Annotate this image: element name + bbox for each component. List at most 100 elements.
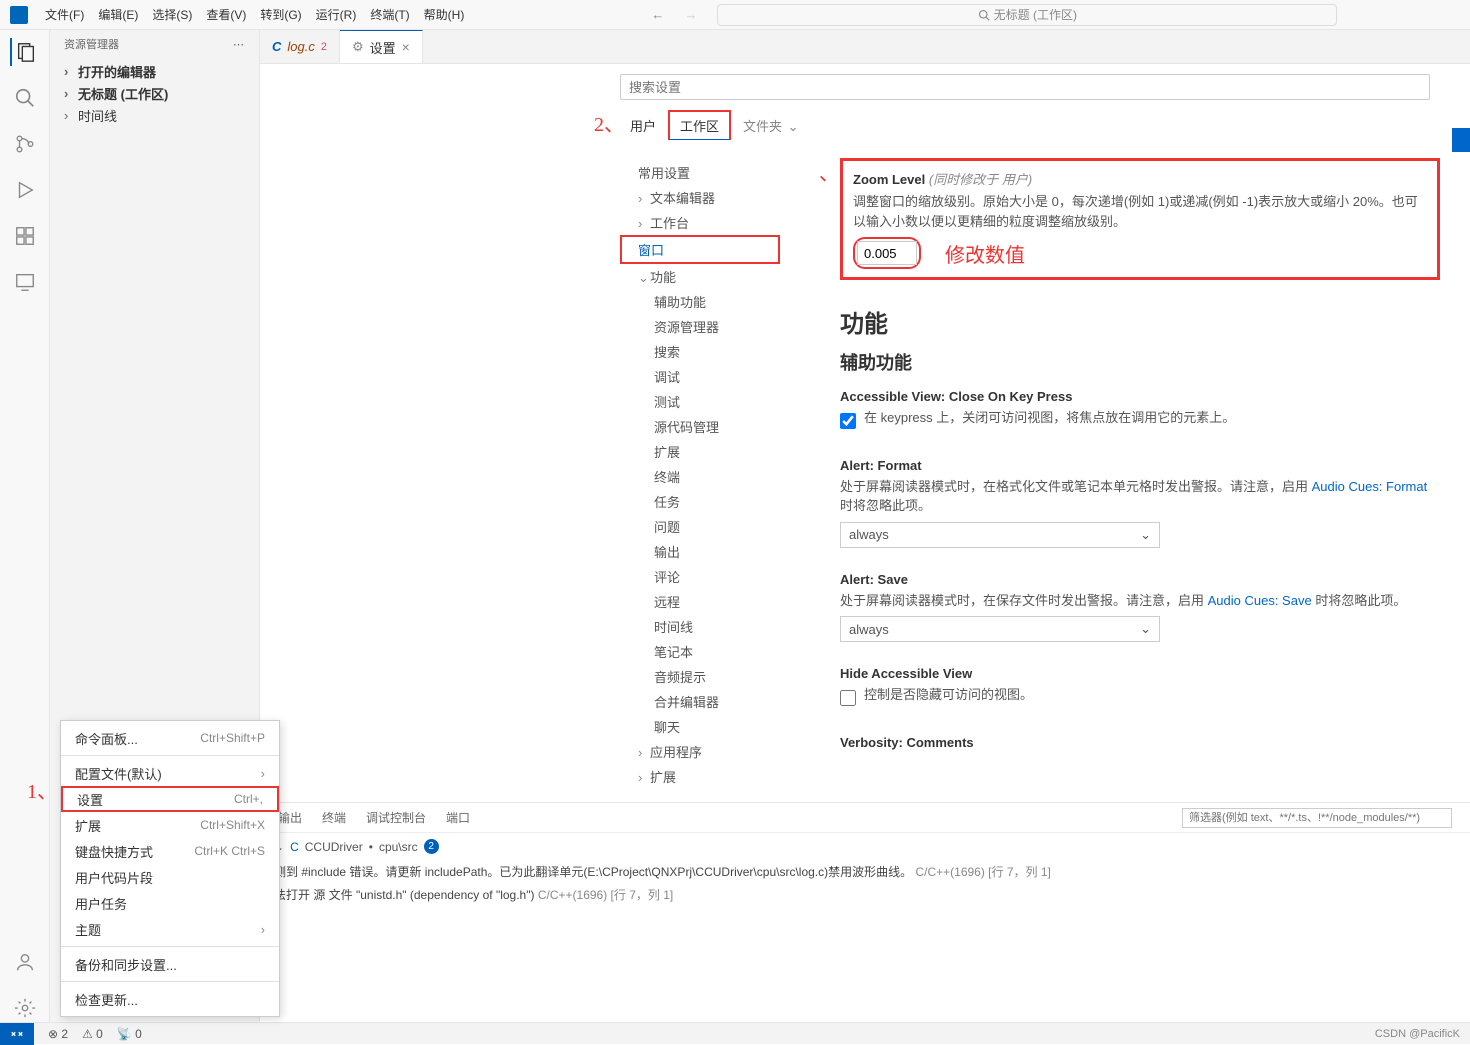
menu-edit[interactable]: 编辑(E) bbox=[91, 6, 145, 23]
problems-breadcrumb[interactable]: ⌄ C CCUDriver • cpu\src 2 bbox=[274, 839, 1456, 854]
editor-tabs: C log.c 2 ⚙ 设置 × bbox=[260, 30, 1470, 64]
nav-forward-icon[interactable]: → bbox=[684, 7, 697, 22]
menu-settings[interactable]: 设置Ctrl+, bbox=[61, 786, 279, 812]
command-center[interactable]: 无标题 (工作区) bbox=[717, 4, 1337, 26]
command-center-label: 无标题 (工作区) bbox=[994, 6, 1077, 23]
toc-output[interactable]: 输出 bbox=[620, 539, 820, 564]
tree-workspace[interactable]: ›无标题 (工作区) bbox=[50, 82, 259, 104]
menu-keyboard-shortcuts[interactable]: 键盘快捷方式Ctrl+K Ctrl+S bbox=[61, 838, 279, 864]
panel-filter-input[interactable] bbox=[1182, 808, 1452, 828]
toc-notebook[interactable]: 笔记本 bbox=[620, 639, 820, 664]
toc-chat[interactable]: 聊天 bbox=[620, 714, 820, 739]
toc-test[interactable]: 测试 bbox=[620, 389, 820, 414]
status-errors[interactable]: ⊗ 2 bbox=[48, 1027, 68, 1041]
remote-explorer-icon[interactable] bbox=[11, 268, 39, 296]
menu-help[interactable]: 帮助(H) bbox=[417, 6, 472, 23]
toc-workbench[interactable]: ›工作台 bbox=[620, 210, 820, 235]
toc-window[interactable]: 窗口 bbox=[620, 235, 780, 264]
tree-timeline[interactable]: ›时间线 bbox=[50, 104, 259, 126]
scope-folder[interactable]: 文件夹 ⌄ bbox=[733, 112, 809, 139]
audio-cues-save-link[interactable]: Audio Cues: Save bbox=[1208, 593, 1312, 608]
alert-save-select[interactable]: always⌄ bbox=[840, 616, 1160, 642]
scope-workspace[interactable]: 工作区 bbox=[668, 110, 731, 140]
panel-tab-output[interactable]: 输出 bbox=[278, 805, 302, 830]
problem-row[interactable]: 法打开 源 文件 "unistd.h" (dependency of "log.… bbox=[274, 883, 1456, 906]
toc-comments[interactable]: 评论 bbox=[620, 564, 820, 589]
setting-alert-format: Alert: Format 处于屏幕阅读器模式时，在格式化文件或笔记本单元格时发… bbox=[840, 458, 1440, 548]
menu-extensions[interactable]: 扩展Ctrl+Shift+X bbox=[61, 812, 279, 838]
toc-timeline[interactable]: 时间线 bbox=[620, 614, 820, 639]
remote-indicator[interactable] bbox=[0, 1023, 34, 1045]
setting-zoom-level: 4、 Zoom Level (同时修改于 用户) 调整窗口的缩放级别。原始大小是… bbox=[840, 158, 1440, 280]
heading-features: 功能 bbox=[840, 304, 1440, 339]
toc-ext[interactable]: 扩展 bbox=[620, 439, 820, 464]
toc-common[interactable]: 常用设置 bbox=[620, 160, 820, 185]
activity-bar bbox=[0, 30, 50, 1022]
menu-backup-sync[interactable]: 备份和同步设置... bbox=[61, 951, 279, 977]
panel-tab-terminal[interactable]: 终端 bbox=[322, 805, 346, 830]
explorer-icon[interactable] bbox=[10, 38, 38, 66]
nav-back-icon[interactable]: ← bbox=[651, 7, 664, 22]
menu-theme[interactable]: 主题› bbox=[61, 916, 279, 942]
menu-check-updates[interactable]: 检查更新... bbox=[61, 986, 279, 1012]
audio-cues-format-link[interactable]: Audio Cues: Format bbox=[1312, 479, 1428, 494]
toc-debug[interactable]: 调试 bbox=[620, 364, 820, 389]
annotation-4: 4、 bbox=[820, 157, 839, 186]
settings-search-input[interactable] bbox=[620, 74, 1430, 100]
run-debug-icon[interactable] bbox=[11, 176, 39, 204]
close-icon[interactable]: × bbox=[402, 39, 410, 55]
heading-accessibility: 辅助功能 bbox=[840, 349, 1440, 375]
menu-run[interactable]: 运行(R) bbox=[309, 6, 364, 23]
toc-explorer[interactable]: 资源管理器 bbox=[620, 314, 820, 339]
toc-problems[interactable]: 问题 bbox=[620, 514, 820, 539]
status-bar: ⊗ 2 ⚠ 0 📡 0 CSDN @PacificK bbox=[0, 1022, 1470, 1044]
sidebar-more-icon[interactable]: ⋯ bbox=[233, 38, 245, 51]
toc-features[interactable]: ⌄功能 bbox=[620, 264, 820, 289]
status-radio[interactable]: 📡 0 bbox=[117, 1027, 142, 1041]
toc-remote[interactable]: 远程 bbox=[620, 589, 820, 614]
zoom-level-input[interactable] bbox=[857, 241, 917, 265]
toc-search[interactable]: 搜索 bbox=[620, 339, 820, 364]
bottom-panel: 输出 终端 调试控制台 端口 ⌄ C CCUDriver • cpu\src 2… bbox=[260, 802, 1470, 1022]
toc-task[interactable]: 任务 bbox=[620, 489, 820, 514]
toc-scm[interactable]: 源代码管理 bbox=[620, 414, 820, 439]
tree-open-editors[interactable]: ›打开的编辑器 bbox=[50, 60, 259, 82]
toc-terminal[interactable]: 终端 bbox=[620, 464, 820, 489]
menu-user-tasks[interactable]: 用户任务 bbox=[61, 890, 279, 916]
tab-settings[interactable]: ⚙ 设置 × bbox=[340, 30, 423, 63]
toc-merge[interactable]: 合并编辑器 bbox=[620, 689, 820, 714]
gear-context-menu: 1、 命令面板...Ctrl+Shift+P 配置文件(默认)› 设置Ctrl+… bbox=[60, 720, 280, 1017]
menu-view[interactable]: 查看(V) bbox=[199, 6, 253, 23]
hide-accessible-view-checkbox[interactable] bbox=[840, 690, 856, 706]
menu-command-palette[interactable]: 命令面板...Ctrl+Shift+P bbox=[61, 725, 279, 751]
toc-texteditor[interactable]: ›文本编辑器 bbox=[620, 185, 820, 210]
settings-gear-icon[interactable] bbox=[11, 994, 39, 1022]
toc-app[interactable]: ›应用程序 bbox=[620, 739, 820, 764]
setting-alert-save: Alert: Save 处于屏幕阅读器模式时，在保存文件时发出警报。请注意，启用… bbox=[840, 572, 1440, 643]
source-control-icon[interactable] bbox=[11, 130, 39, 158]
menu-file[interactable]: 文件(F) bbox=[38, 6, 91, 23]
toc-audio[interactable]: 音频提示 bbox=[620, 664, 820, 689]
toc-accessibility[interactable]: 辅助功能 bbox=[620, 289, 820, 314]
chevron-down-icon: ⌄ bbox=[1140, 527, 1151, 543]
search-icon[interactable] bbox=[11, 84, 39, 112]
menu-terminal[interactable]: 终端(T) bbox=[363, 6, 416, 23]
panel-tab-ports[interactable]: 端口 bbox=[446, 805, 470, 830]
settings-toc: 3、 常用设置 ›文本编辑器 ›工作台 窗口 ⌄功能 辅助功能 资源管理器 搜索… bbox=[620, 148, 820, 802]
tab-logc[interactable]: C log.c 2 bbox=[260, 30, 340, 63]
panel-tab-debugconsole[interactable]: 调试控制台 bbox=[366, 805, 426, 830]
extensions-icon[interactable] bbox=[11, 222, 39, 250]
status-warnings[interactable]: ⚠ 0 bbox=[82, 1027, 103, 1041]
modify-label: 修改数值 bbox=[945, 239, 1025, 268]
accounts-icon[interactable] bbox=[11, 948, 39, 976]
menu-user-snippets[interactable]: 用户代码片段 bbox=[61, 864, 279, 890]
toc-extensions[interactable]: ›扩展 bbox=[620, 764, 820, 789]
vscode-logo-icon bbox=[10, 6, 28, 24]
menu-select[interactable]: 选择(S) bbox=[145, 6, 199, 23]
problem-row[interactable]: 测到 #include 错误。请更新 includePath。已为此翻译单元(E… bbox=[274, 860, 1456, 883]
close-on-keypress-checkbox[interactable] bbox=[840, 413, 856, 429]
alert-format-select[interactable]: always⌄ bbox=[840, 522, 1160, 548]
menu-profiles[interactable]: 配置文件(默认)› bbox=[61, 760, 279, 786]
menu-go[interactable]: 转到(G) bbox=[253, 6, 308, 23]
scope-user[interactable]: 用户 bbox=[620, 112, 666, 139]
